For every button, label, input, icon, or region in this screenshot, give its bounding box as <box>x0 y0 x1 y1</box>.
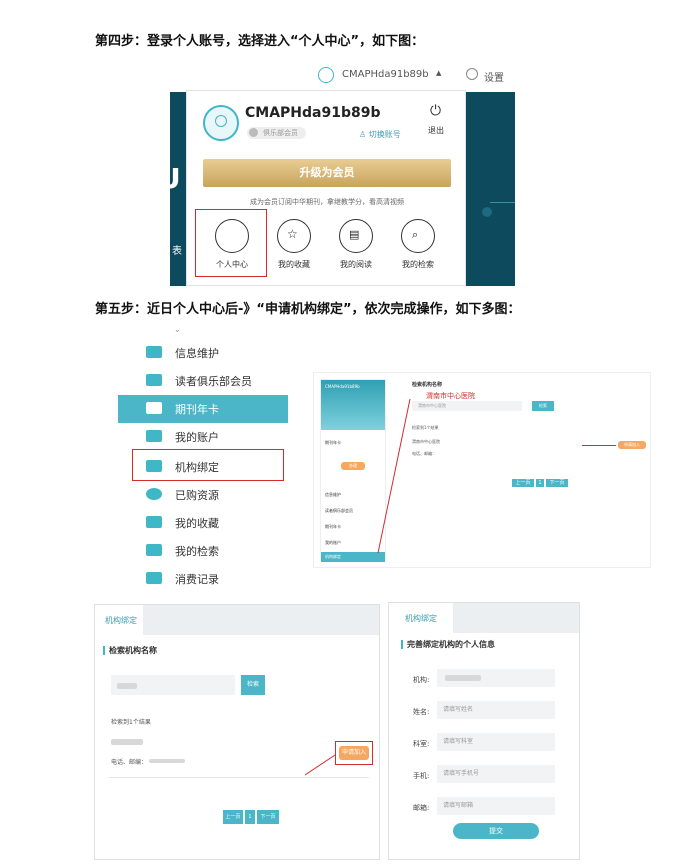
tab-institution-binding[interactable]: 机构绑定 <box>405 613 437 624</box>
next-page-button[interactable]: 下一页 <box>257 810 279 824</box>
card-icon <box>146 402 162 414</box>
highlight-box <box>132 449 284 481</box>
upgrade-button[interactable]: 升级为会员 <box>203 159 451 187</box>
logout-link[interactable]: 退出 <box>428 125 444 136</box>
field-label-email: 邮箱: <box>413 804 430 812</box>
binding-overview-screenshot: CMAPHda91b89b 期刊年卡 办理 信息维护 读者俱乐部会员 期刊年卡 … <box>313 372 651 568</box>
email-field[interactable]: 请填写邮箱 <box>437 797 555 815</box>
user-icon: ♙ <box>359 130 367 139</box>
phone-field[interactable]: 请填写手机号 <box>437 765 555 783</box>
promo-text: 成为会员订阅中华期刊，拿继教学分，看高清视频 <box>250 198 404 206</box>
field-label-phone: 手机: <box>413 772 430 780</box>
switch-account-label: 切换账号 <box>368 130 401 139</box>
highlight-box <box>195 209 267 277</box>
menu-label: 我的账户 <box>175 431 219 444</box>
personal-center-menu: ⌄ 信息维护 读者俱乐部会员 期刊年卡 我的账户 机构绑定 已购资源 我的收藏 … <box>110 325 295 591</box>
menu-item-info[interactable]: 信息维护 <box>118 339 288 367</box>
name-field[interactable]: 请填写姓名 <box>437 701 555 719</box>
menu-item-favorites[interactable]: 我的收藏 <box>118 509 288 537</box>
prev-page-button[interactable]: 上一页 <box>223 810 243 824</box>
shortcut-reading[interactable]: 我的阅读 <box>331 259 381 270</box>
menu-label: 我的收藏 <box>175 517 219 530</box>
decor-line <box>490 202 515 203</box>
gear-icon[interactable] <box>466 68 478 80</box>
account-card: CMAPHda91b89b 俱乐部会员 ♙ 切换账号 ⏻ 退出 升级为会员 成为… <box>186 90 466 286</box>
shortcut-search[interactable]: 我的检索 <box>393 259 443 270</box>
section-title: 完善绑定机构的个人信息 <box>401 640 495 649</box>
page-1-button[interactable]: 1 <box>245 810 255 824</box>
step4-heading: 第四步：登录个人账号，选择进入“个人中心”，如下图： <box>95 34 425 49</box>
blurred-institution <box>445 675 481 681</box>
menu-label: 消费记录 <box>175 573 219 586</box>
scroll-indicator: ⌄ <box>174 325 181 334</box>
topbar-username[interactable]: CMAPHda91b89b <box>342 69 429 80</box>
menu-label: 已购资源 <box>175 489 219 502</box>
check-icon <box>146 488 162 500</box>
wallet-icon <box>146 430 162 442</box>
menu-item-club[interactable]: 读者俱乐部会员 <box>118 367 288 395</box>
switch-account-link[interactable]: ♙ 切换账号 <box>359 129 401 140</box>
menu-item-search[interactable]: 我的检索 <box>118 537 288 565</box>
settings-link[interactable]: 设置 <box>484 69 504 84</box>
user-avatar-icon[interactable] <box>318 67 334 83</box>
step5-heading: 第五步：近日个人中心后-》“申请机构绑定”，依次完成操作，如下多图： <box>95 302 521 317</box>
book-icon[interactable]: ▤ <box>339 219 373 253</box>
caret-up-icon[interactable]: ▲ <box>436 69 441 77</box>
menu-item-purchased[interactable]: 已购资源 <box>118 481 288 509</box>
menu-label: 我的检索 <box>175 545 219 558</box>
account-username: CMAPHda91b89b <box>245 105 381 121</box>
top-bar: CMAPHda91b89b ▲ 设置 <box>170 62 515 90</box>
background-side-text: 表 <box>172 246 182 257</box>
field-label-name: 姓名: <box>413 708 430 716</box>
decor-dot <box>482 207 492 217</box>
search-icon <box>146 544 162 556</box>
menu-item-annual-card[interactable]: 期刊年卡 <box>118 395 288 423</box>
department-field[interactable]: 请填写科室 <box>437 733 555 751</box>
menu-item-account[interactable]: 我的账户 <box>118 423 288 451</box>
account-dropdown-screenshot: U 表 CMAPHda91b89b ▲ 设置 CMAPHda91b89b 俱乐部… <box>158 62 515 286</box>
shortcut-favorites[interactable]: 我的收藏 <box>269 259 319 270</box>
heart-icon <box>146 516 162 528</box>
menu-item-records[interactable]: 消费记录 <box>118 565 288 593</box>
menu-label: 信息维护 <box>175 347 219 360</box>
institution-search-screenshot: 机构绑定 检索机构名称 检索 检索到1个结果 电话、邮编： 申请加入 上一页 1… <box>94 604 380 860</box>
power-icon[interactable]: ⏻ <box>430 103 441 119</box>
id-card-icon <box>146 346 162 358</box>
annotation-arrow <box>377 398 411 554</box>
star-icon[interactable]: ☆ <box>277 219 311 253</box>
badge-icon <box>249 128 258 137</box>
binding-form-screenshot: 机构绑定 完善绑定机构的个人信息 机构: 姓名: 请填写姓名 科室: 请填写科室… <box>388 602 580 860</box>
field-label-institution: 机构: <box>413 676 430 684</box>
search-doc-icon[interactable]: ⌕ <box>401 219 435 253</box>
submit-button[interactable]: 提交 <box>453 823 539 839</box>
user-avatar-icon <box>203 105 239 141</box>
background-text: U <box>158 162 181 195</box>
field-label-department: 科室: <box>413 740 430 748</box>
menu-label: 期刊年卡 <box>175 403 219 416</box>
menu-label: 读者俱乐部会员 <box>175 375 252 388</box>
vip-icon <box>146 374 162 386</box>
list-icon <box>146 572 162 584</box>
